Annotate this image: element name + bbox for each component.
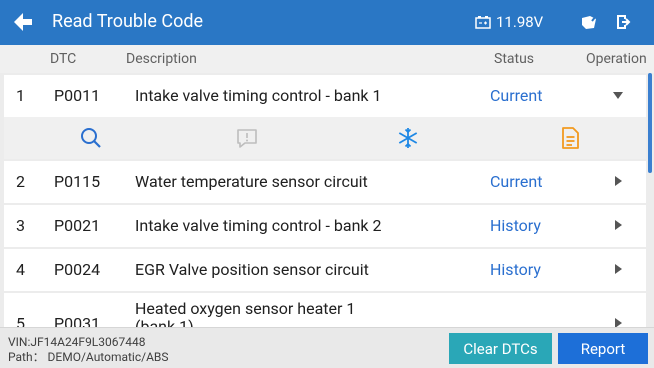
expand-triangle-icon[interactable] bbox=[612, 219, 624, 231]
report-button[interactable]: Report bbox=[558, 333, 648, 364]
info-message-icon[interactable] bbox=[235, 126, 259, 150]
dtc-code: P0021 bbox=[54, 216, 101, 235]
dtc-status: Current bbox=[490, 86, 543, 105]
vin-label: VIN:JF14A24F9L3067448 bbox=[8, 335, 146, 349]
column-header: DTC Description Status Operation bbox=[0, 45, 654, 73]
dtc-description: Heated oxygen sensor heater 1 bbox=[135, 299, 356, 318]
dtc-status: Current bbox=[490, 172, 543, 191]
clear-dtcs-button[interactable]: Clear DTCs bbox=[449, 333, 552, 364]
dtc-code: P0031 bbox=[54, 314, 101, 328]
col-status: Status bbox=[494, 51, 535, 67]
dtc-row[interactable]: 2 P0115 Water temperature sensor circuit… bbox=[4, 161, 646, 203]
document-icon[interactable] bbox=[558, 126, 582, 150]
col-operation: Operation bbox=[586, 51, 647, 67]
search-icon[interactable] bbox=[79, 126, 103, 150]
dtc-action-bar bbox=[4, 117, 646, 159]
footer-bar: VIN:JF14A24F9L3067448 Path： DEMO/Automat… bbox=[0, 327, 654, 368]
title-bar: Read Trouble Code 11.98V bbox=[0, 0, 654, 45]
dtc-description: Intake valve timing control - bank 1 bbox=[135, 86, 382, 105]
col-dtc: DTC bbox=[50, 51, 77, 67]
back-arrow-icon[interactable] bbox=[12, 11, 34, 33]
col-description: Description bbox=[126, 51, 197, 67]
dtc-row[interactable]: 3 P0021 Intake valve timing control - ba… bbox=[4, 205, 646, 247]
dtc-code: P0115 bbox=[54, 172, 101, 191]
dtc-code: P0024 bbox=[54, 260, 101, 279]
exit-icon[interactable] bbox=[614, 13, 632, 31]
row-number: 5 bbox=[16, 314, 25, 328]
expand-triangle-icon[interactable] bbox=[612, 263, 624, 275]
row-number: 2 bbox=[16, 172, 25, 191]
dtc-code: P0011 bbox=[54, 86, 101, 105]
voltage-readout: 11.98V bbox=[496, 13, 544, 31]
expand-triangle-icon[interactable] bbox=[612, 175, 624, 187]
freeze-frame-icon[interactable] bbox=[396, 126, 420, 150]
expand-triangle-icon[interactable] bbox=[612, 317, 624, 327]
dtc-row[interactable]: 5 P0031 Heated oxygen sensor heater 1 (b… bbox=[4, 293, 646, 327]
row-number: 3 bbox=[16, 216, 25, 235]
path-label: Path： DEMO/Automatic/ABS bbox=[8, 350, 169, 364]
page-title: Read Trouble Code bbox=[52, 11, 204, 32]
dtc-status: History bbox=[490, 216, 541, 235]
collapse-triangle-icon[interactable] bbox=[612, 89, 624, 101]
scrollbar[interactable] bbox=[648, 73, 652, 173]
dtc-row[interactable]: 4 P0024 EGR Valve position sensor circui… bbox=[4, 249, 646, 291]
dtc-description: EGR Valve position sensor circuit bbox=[135, 260, 369, 279]
dtc-list[interactable]: 1 P0011 Intake valve timing control - ba… bbox=[0, 73, 654, 327]
dtc-description: Water temperature sensor circuit bbox=[135, 172, 368, 191]
dtc-description-line2: (bank 1) bbox=[135, 317, 194, 328]
dtc-description: Intake valve timing control - bank 2 bbox=[135, 216, 382, 235]
vci-connector-icon[interactable] bbox=[580, 13, 598, 31]
row-number: 1 bbox=[16, 86, 25, 105]
row-number: 4 bbox=[16, 260, 25, 279]
dtc-row[interactable]: 1 P0011 Intake valve timing control - ba… bbox=[4, 75, 646, 117]
battery-voltage-icon bbox=[475, 16, 491, 29]
dtc-status: History bbox=[490, 260, 541, 279]
